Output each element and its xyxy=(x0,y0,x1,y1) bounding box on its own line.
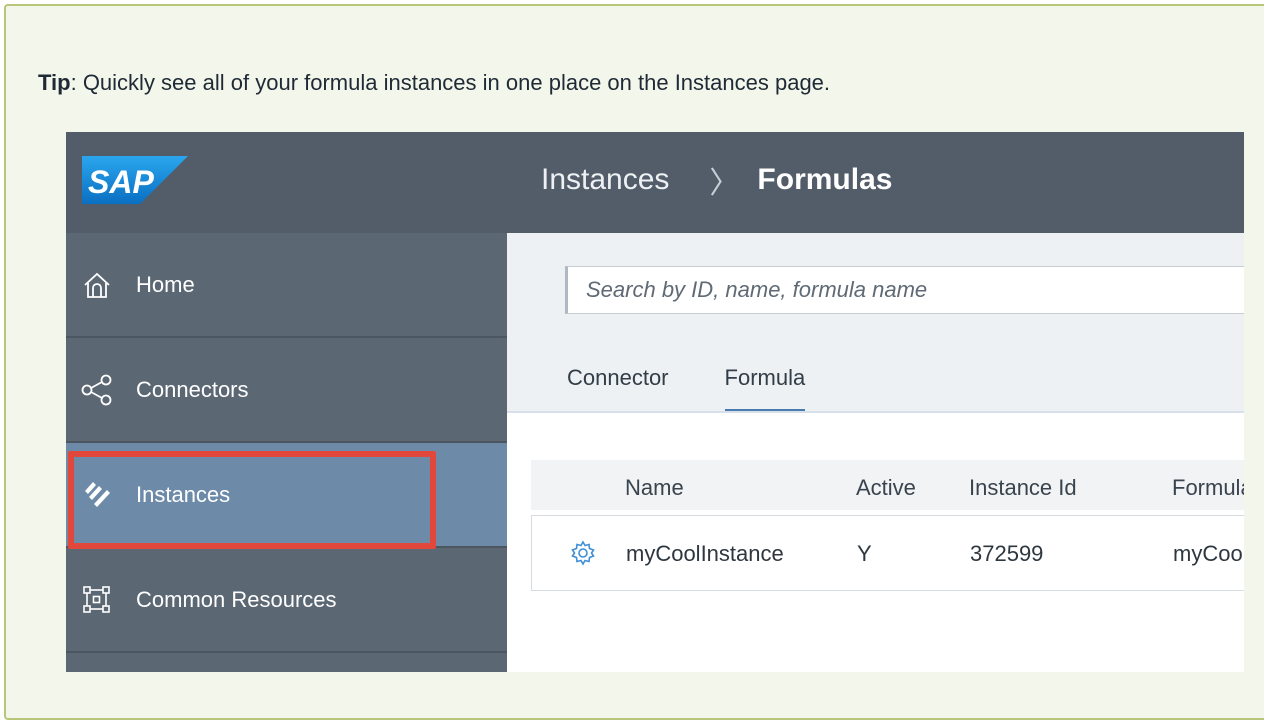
tab-connector[interactable]: Connector xyxy=(567,365,669,412)
cell-active: Y xyxy=(857,541,872,566)
breadcrumb-instances[interactable]: Instances xyxy=(541,163,669,197)
cell-name[interactable]: myCoolInstance xyxy=(626,541,784,567)
sidebar-item-label: Common Resources xyxy=(136,586,337,612)
settings-gear-icon[interactable] xyxy=(570,540,596,566)
share-icon xyxy=(80,373,114,407)
tab-formula[interactable]: Formula xyxy=(724,365,806,412)
search-input[interactable] xyxy=(565,266,1244,314)
column-header-active[interactable]: Active xyxy=(856,475,916,501)
sidebar-item-common-resources[interactable]: Common Resources xyxy=(66,548,507,653)
cell-formula[interactable]: myCoolFormula xyxy=(1173,541,1244,567)
breadcrumb: Instances 〉 Formulas xyxy=(541,160,892,200)
home-icon xyxy=(80,268,114,302)
column-header-formula[interactable]: Formula xyxy=(1172,475,1244,501)
cell-instance-id: 372599 xyxy=(970,541,1044,566)
network-icon xyxy=(80,583,114,617)
main-panel: Connector Formula Name Active Instance I… xyxy=(507,233,1244,672)
table-row[interactable]: myCoolInstance Y 372599 myCoolFormula xyxy=(531,515,1244,591)
tip-text: Tip: Quickly see all of your formula ins… xyxy=(38,70,830,96)
app-screenshot: SAP Instances 〉 Formulas Home Connectors… xyxy=(66,132,1244,672)
sidebar-item-connectors[interactable]: Connectors xyxy=(66,338,507,443)
sap-logo-text: SAP xyxy=(88,164,154,200)
sidebar-item-next[interactable] xyxy=(66,653,507,672)
tab-bar: Connector Formula xyxy=(567,365,861,412)
top-bar: SAP Instances 〉 Formulas xyxy=(66,132,1244,233)
sidebar-item-label: Connectors xyxy=(136,376,249,402)
instances-highlight-box xyxy=(68,451,436,549)
column-header-instance-id[interactable]: Instance Id xyxy=(969,475,1077,501)
tip-label: Tip xyxy=(38,70,71,95)
table-header: Name Active Instance Id Formula xyxy=(531,460,1244,510)
instances-table-area: Name Active Instance Id Formula myCoolIn… xyxy=(507,413,1244,672)
breadcrumb-separator-icon: 〉 xyxy=(709,167,740,200)
column-header-name[interactable]: Name xyxy=(625,475,684,501)
tip-body: : Quickly see all of your formula instan… xyxy=(70,70,831,95)
sap-logo[interactable]: SAP xyxy=(82,156,188,204)
sidebar-item-label: Home xyxy=(136,271,195,297)
sidebar-item-home[interactable]: Home xyxy=(66,233,507,338)
breadcrumb-formulas: Formulas xyxy=(757,163,893,196)
